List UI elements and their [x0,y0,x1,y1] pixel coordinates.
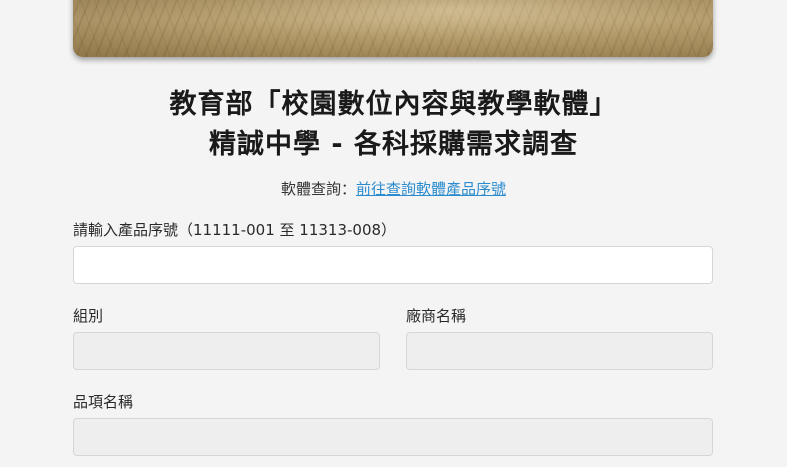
vendor-field [406,332,713,370]
vendor-label: 廠商名稱 [406,307,467,325]
software-lookup: 軟體查詢：前往查詢軟體產品序號 [0,178,787,199]
lookup-link[interactable]: 前往查詢軟體產品序號 [356,180,506,198]
page-title-line1: 教育部「校園數位內容與教學軟體」 [169,89,618,120]
page-title-line2: 精誠中學 - 各科採購需求調查 [208,129,578,160]
item-label: 品項名稱 [73,393,134,411]
serial-label: 請輸入產品序號（11111-001 至 11313-008） [73,221,397,239]
group-field [73,332,380,370]
lookup-prefix: 軟體查詢： [280,180,356,198]
group-label: 組別 [73,307,104,325]
serial-input[interactable] [73,246,713,284]
header-banner-image [73,0,713,57]
item-field [73,418,713,456]
